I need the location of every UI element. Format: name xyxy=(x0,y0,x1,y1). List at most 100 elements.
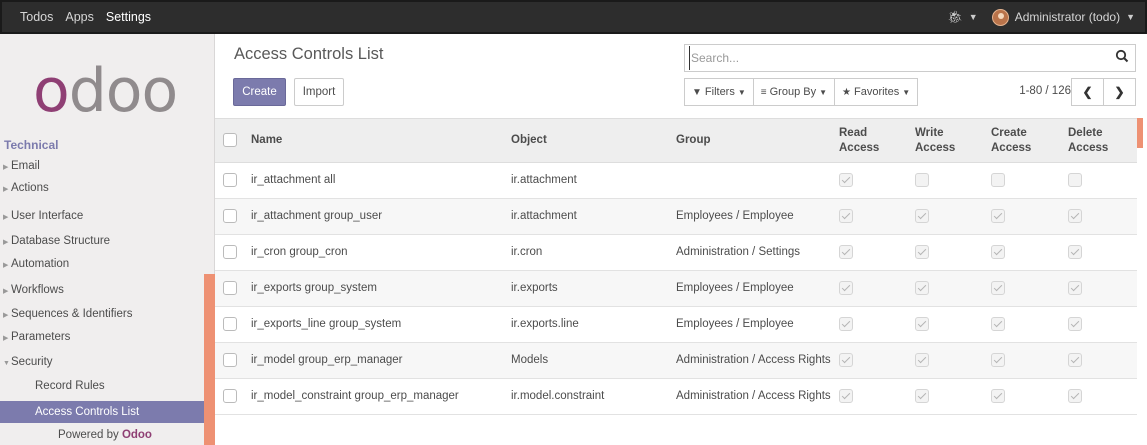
cell-name[interactable]: ir_exports group_system xyxy=(247,270,507,307)
row-checkbox[interactable] xyxy=(223,316,237,331)
table-row[interactable]: ir_attachment all ir.attachment xyxy=(215,162,1137,199)
pager-next-button[interactable]: ❯ xyxy=(1103,78,1136,106)
column-read-access[interactable]: Read Access xyxy=(835,118,911,163)
cell-name[interactable]: ir_attachment group_user xyxy=(247,198,507,235)
pager-previous-button[interactable]: ❮ xyxy=(1071,78,1104,106)
table-row[interactable]: ir_attachment group_user ir.attachment Emp… xyxy=(215,198,1137,235)
cell-group[interactable]: Employees / Employee xyxy=(672,270,835,307)
powered-by-odoo-link[interactable]: Odoo xyxy=(122,429,152,441)
select-all-checkbox[interactable] xyxy=(223,132,237,147)
favorites-button[interactable]: ★ Favorites ▼ xyxy=(834,78,919,106)
cell-object[interactable]: Models xyxy=(507,342,672,379)
row-checkbox[interactable] xyxy=(223,208,237,223)
row-checkbox[interactable] xyxy=(223,172,237,187)
cell-delete-access xyxy=(1064,378,1137,415)
cell-name[interactable]: ir_model_constraint group_erp_manager xyxy=(247,378,507,415)
cell-object[interactable]: ir.attachment xyxy=(507,162,672,199)
cell-object[interactable]: ir.exports.line xyxy=(507,306,672,343)
sidebar-item-automation[interactable]: ▶ Automation xyxy=(0,258,204,270)
row-select-cell xyxy=(215,162,247,199)
column-name[interactable]: Name xyxy=(247,118,507,163)
user-avatar[interactable] xyxy=(991,8,1009,26)
cell-group[interactable]: Administration / Access Rights xyxy=(672,378,835,415)
sidebar-item-database-structure[interactable]: ▶ Database Structure xyxy=(0,235,204,247)
cell-object[interactable]: ir.attachment xyxy=(507,198,672,235)
sidebar-item-sequences[interactable]: ▶ Sequences & Identifiers xyxy=(0,308,204,320)
cell-create-access xyxy=(987,378,1064,415)
read-access-checkbox xyxy=(839,316,853,331)
sidebar-item-actions[interactable]: ▶ Actions xyxy=(0,182,204,194)
user-caret-icon[interactable]: ▼ xyxy=(1126,12,1135,22)
cell-group[interactable]: Employees / Employee xyxy=(672,198,835,235)
cell-name[interactable]: ir_attachment all xyxy=(247,162,507,199)
sidebar-scrollbar[interactable] xyxy=(204,274,215,445)
caret-right-icon: ▶ xyxy=(3,288,9,295)
column-create-access[interactable]: Create Access xyxy=(987,118,1064,163)
sidebar-item-record-rules[interactable]: Record Rules xyxy=(0,380,204,392)
cell-read-access xyxy=(835,306,911,343)
cell-create-access xyxy=(987,198,1064,235)
cell-object[interactable]: ir.model.constraint xyxy=(507,378,672,415)
create-button[interactable]: Create xyxy=(233,78,286,106)
chevron-down-icon: ▼ xyxy=(819,87,828,97)
row-checkbox[interactable] xyxy=(223,280,237,295)
cell-group[interactable]: Employees / Employee xyxy=(672,306,835,343)
import-button[interactable]: Import xyxy=(294,78,344,106)
group-by-button[interactable]: ≡ Group By ▼ xyxy=(752,78,836,106)
create-access-checkbox xyxy=(991,172,1005,187)
cell-name[interactable]: ir_exports_line group_system xyxy=(247,306,507,343)
debug-bug-icon[interactable]: 🐞︎ xyxy=(948,10,963,24)
row-checkbox[interactable] xyxy=(223,244,237,259)
filters-button[interactable]: ▼ Filters ▼ xyxy=(684,78,754,106)
column-group[interactable]: Group xyxy=(672,118,835,163)
sidebar-item-security[interactable]: ▼Security xyxy=(0,356,204,368)
menu-settings[interactable]: Settings xyxy=(106,10,151,24)
create-access-checkbox xyxy=(991,244,1005,259)
cell-object[interactable]: ir.cron xyxy=(507,234,672,271)
select-all-cell xyxy=(215,118,247,163)
delete-access-checkbox xyxy=(1068,172,1082,187)
menu-todos[interactable]: Todos xyxy=(20,10,53,24)
row-checkbox[interactable] xyxy=(223,388,237,403)
cell-group[interactable] xyxy=(672,162,835,199)
row-checkbox[interactable] xyxy=(223,352,237,367)
pager-value[interactable]: 1-80 / 126 xyxy=(1019,85,1071,97)
access-controls-table: Name Object Group Read Access Write Access… xyxy=(215,118,1137,415)
cell-create-access xyxy=(987,270,1064,307)
column-object[interactable]: Object xyxy=(507,118,672,163)
search-input[interactable] xyxy=(689,46,1099,70)
sidebar-item-workflows[interactable]: ▶ Workflows xyxy=(0,284,204,296)
row-select-cell xyxy=(215,198,247,235)
table-row[interactable]: ir_exports_line group_system ir.exports.l… xyxy=(215,306,1137,343)
user-menu-label[interactable]: Administrator (todo) xyxy=(1015,10,1120,24)
column-write-access[interactable]: Write Access xyxy=(911,118,987,163)
list-scrollbar[interactable] xyxy=(1137,118,1143,148)
cell-group[interactable]: Administration / Access Rights xyxy=(672,342,835,379)
cell-write-access xyxy=(911,270,987,307)
cell-group[interactable]: Administration / Settings xyxy=(672,234,835,271)
search-icon[interactable] xyxy=(1115,49,1129,63)
caret-right-icon: ▶ xyxy=(3,214,9,221)
cell-name[interactable]: ir_cron group_cron xyxy=(247,234,507,271)
table-row[interactable]: ir_model_constraint group_erp_manager ir.… xyxy=(215,378,1137,415)
cell-name[interactable]: ir_model group_erp_manager xyxy=(247,342,507,379)
column-delete-access[interactable]: Delete Access xyxy=(1064,118,1137,163)
table-row[interactable]: ir_cron group_cron ir.cron Administration … xyxy=(215,234,1137,271)
sidebar-item-access-controls-list[interactable]: Access Controls List xyxy=(0,401,204,423)
caret-right-icon: ▶ xyxy=(3,239,9,246)
top-navbar: Todos Apps Settings 🐞︎ ▼ Administrator (… xyxy=(0,0,1147,34)
odoo-logo[interactable]: o doo xyxy=(33,54,178,128)
cell-object[interactable]: ir.exports xyxy=(507,270,672,307)
delete-access-checkbox xyxy=(1068,388,1082,403)
cell-read-access xyxy=(835,342,911,379)
sidebar-item-parameters[interactable]: ▶ Parameters xyxy=(0,331,204,343)
debug-caret-icon[interactable]: ▼ xyxy=(969,12,978,22)
table-row[interactable]: ir_exports group_system ir.exports Employe… xyxy=(215,270,1137,307)
table-row[interactable]: ir_model group_erp_manager Models Administ… xyxy=(215,342,1137,379)
sidebar-item-user-interface[interactable]: ▶ User Interface xyxy=(0,210,204,222)
cell-delete-access xyxy=(1064,306,1137,343)
sidebar: o doo Technical ▶ Email ▶ Actions ▶ User Int… xyxy=(0,34,215,445)
sidebar-item-email[interactable]: ▶ Email xyxy=(0,160,204,172)
menu-apps[interactable]: Apps xyxy=(65,10,94,24)
star-icon: ★ xyxy=(842,86,851,98)
